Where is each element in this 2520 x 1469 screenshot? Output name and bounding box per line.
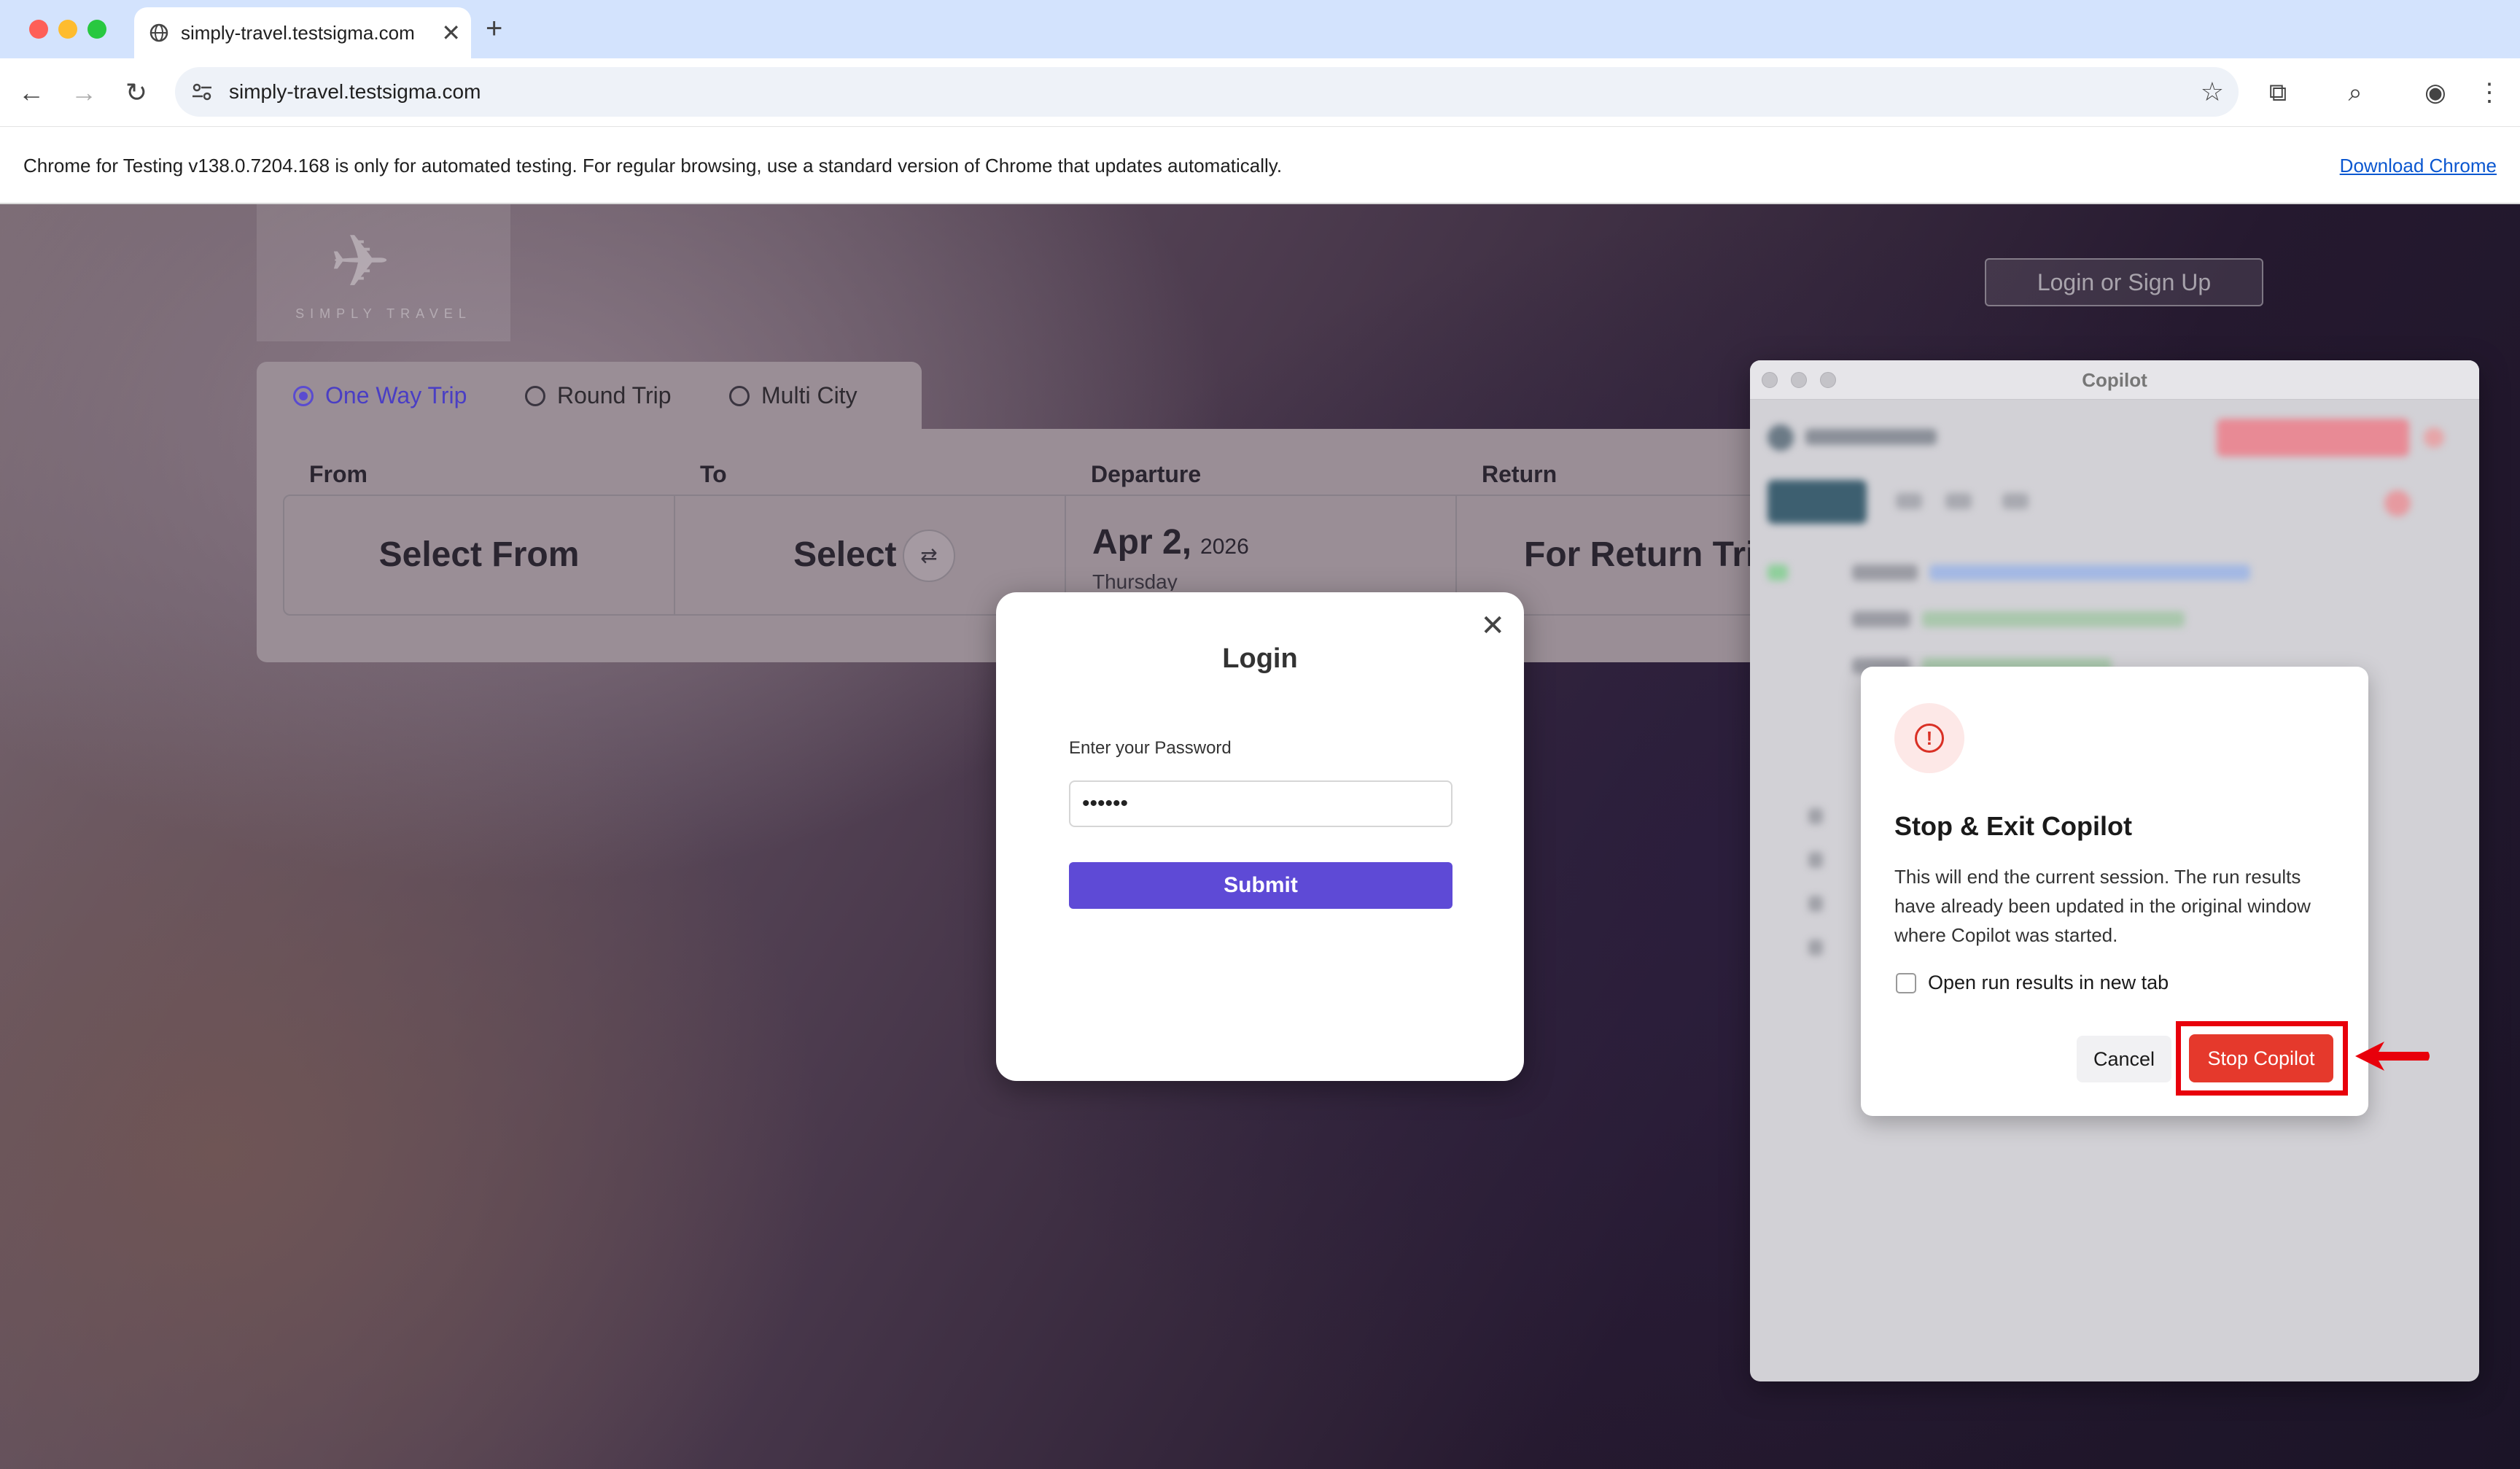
departure-date-text: Apr 2, xyxy=(1092,523,1192,562)
departure-date: Apr 2, 2026 xyxy=(1092,522,1249,562)
to-label: To xyxy=(700,461,727,487)
open-results-label[interactable]: Open run results in new tab xyxy=(1928,972,2169,994)
departure-year: 2026 xyxy=(1200,535,1249,559)
from-label: From xyxy=(309,461,368,487)
radio-icon xyxy=(729,386,750,406)
automation-infobar: Chrome for Testing v138.0.7204.168 is on… xyxy=(0,127,2520,204)
forward-icon[interactable]: → xyxy=(66,58,102,127)
login-modal: Login ✕ Enter your Password •••••• Submi… xyxy=(996,592,1524,1081)
browser-tab-strip: simply-travel.testsigma.com ✕ + xyxy=(0,0,2520,58)
submit-button[interactable]: Submit xyxy=(1069,862,1452,909)
stop-exit-copilot-dialog: ! Stop & Exit Copilot This will end the … xyxy=(1861,667,2368,1116)
password-input[interactable]: •••••• xyxy=(1069,780,1452,827)
trip-option-label: One Way Trip xyxy=(325,382,467,408)
trip-type-selector: One Way Trip Round Trip Multi City xyxy=(257,362,922,429)
url-text: simply-travel.testsigma.com xyxy=(229,80,481,103)
warning-badge: ! xyxy=(1894,703,1964,773)
annotation-arrow-icon xyxy=(2355,1042,2430,1071)
password-label: Enter your Password xyxy=(1069,738,1232,758)
zoom-window-button[interactable] xyxy=(88,20,106,39)
alert-circle-icon: ! xyxy=(1915,724,1944,753)
radio-icon xyxy=(525,386,545,406)
open-results-checkbox[interactable] xyxy=(1896,973,1916,993)
dialog-description: This will end the current session. The r… xyxy=(1894,866,2311,946)
login-title: Login xyxy=(1222,643,1298,674)
dialog-title: Stop & Exit Copilot xyxy=(1894,811,2132,841)
copilot-window-title: Copilot xyxy=(2082,369,2147,391)
stop-copilot-button[interactable]: Stop Copilot xyxy=(2189,1034,2333,1082)
back-icon[interactable]: ← xyxy=(13,58,50,127)
plane-icon: ✈ xyxy=(330,221,391,303)
tab-close-icon[interactable]: ✕ xyxy=(441,7,461,58)
new-tab-button[interactable]: + xyxy=(486,10,502,47)
site-logo[interactable]: ✈ SIMPLY TRAVEL xyxy=(257,204,510,341)
extensions-icon[interactable]: ⧉ xyxy=(2256,58,2300,127)
infobar-message: Chrome for Testing v138.0.7204.168 is on… xyxy=(23,155,1283,177)
download-chrome-link[interactable]: Download Chrome xyxy=(2340,127,2497,204)
close-window-button[interactable] xyxy=(29,20,48,39)
minimize-window-button[interactable] xyxy=(58,20,77,39)
return-value: For Return Tri xyxy=(1524,535,1756,574)
from-value: Select From xyxy=(378,535,580,574)
login-signup-button[interactable]: Login or Sign Up xyxy=(1985,258,2263,306)
trip-option-label: Round Trip xyxy=(557,382,672,408)
swap-locations-icon[interactable]: ⇄ xyxy=(903,530,955,582)
globe-icon xyxy=(149,23,168,42)
browser-tab[interactable]: simply-travel.testsigma.com ✕ xyxy=(134,7,471,58)
trip-option-label: Multi City xyxy=(761,382,858,408)
reload-icon[interactable]: ↻ xyxy=(118,58,155,127)
trip-option-round-trip[interactable]: Round Trip xyxy=(525,362,672,429)
site-settings-icon[interactable] xyxy=(191,82,213,102)
radio-selected-icon xyxy=(293,386,314,406)
close-icon[interactable]: ✕ xyxy=(1480,611,1505,640)
address-bar[interactable]: simply-travel.testsigma.com ☆ xyxy=(175,67,2239,117)
departure-day: Thursday xyxy=(1092,570,1178,591)
menu-kebab-icon[interactable]: ⋮ xyxy=(2468,58,2511,127)
tab-search-icon[interactable]: ⌕ xyxy=(2333,58,2377,127)
copilot-titlebar: Copilot xyxy=(1750,360,2479,400)
return-label: Return xyxy=(1482,461,1558,487)
departure-label: Departure xyxy=(1091,461,1202,487)
browser-toolbar: ← → ↻ simply-travel.testsigma.com ☆ ⧉ ⌕ … xyxy=(0,58,2520,127)
trip-option-multi-city[interactable]: Multi City xyxy=(729,362,858,429)
tab-title: simply-travel.testsigma.com xyxy=(181,22,415,44)
bookmark-star-icon[interactable]: ☆ xyxy=(2201,67,2224,117)
from-field[interactable]: Select From xyxy=(284,496,675,614)
cancel-button[interactable]: Cancel xyxy=(2077,1036,2171,1082)
logo-wordmark: SIMPLY TRAVEL xyxy=(295,306,472,321)
profile-icon[interactable]: ◉ xyxy=(2414,58,2457,127)
trip-option-one-way[interactable]: One Way Trip xyxy=(293,362,467,429)
